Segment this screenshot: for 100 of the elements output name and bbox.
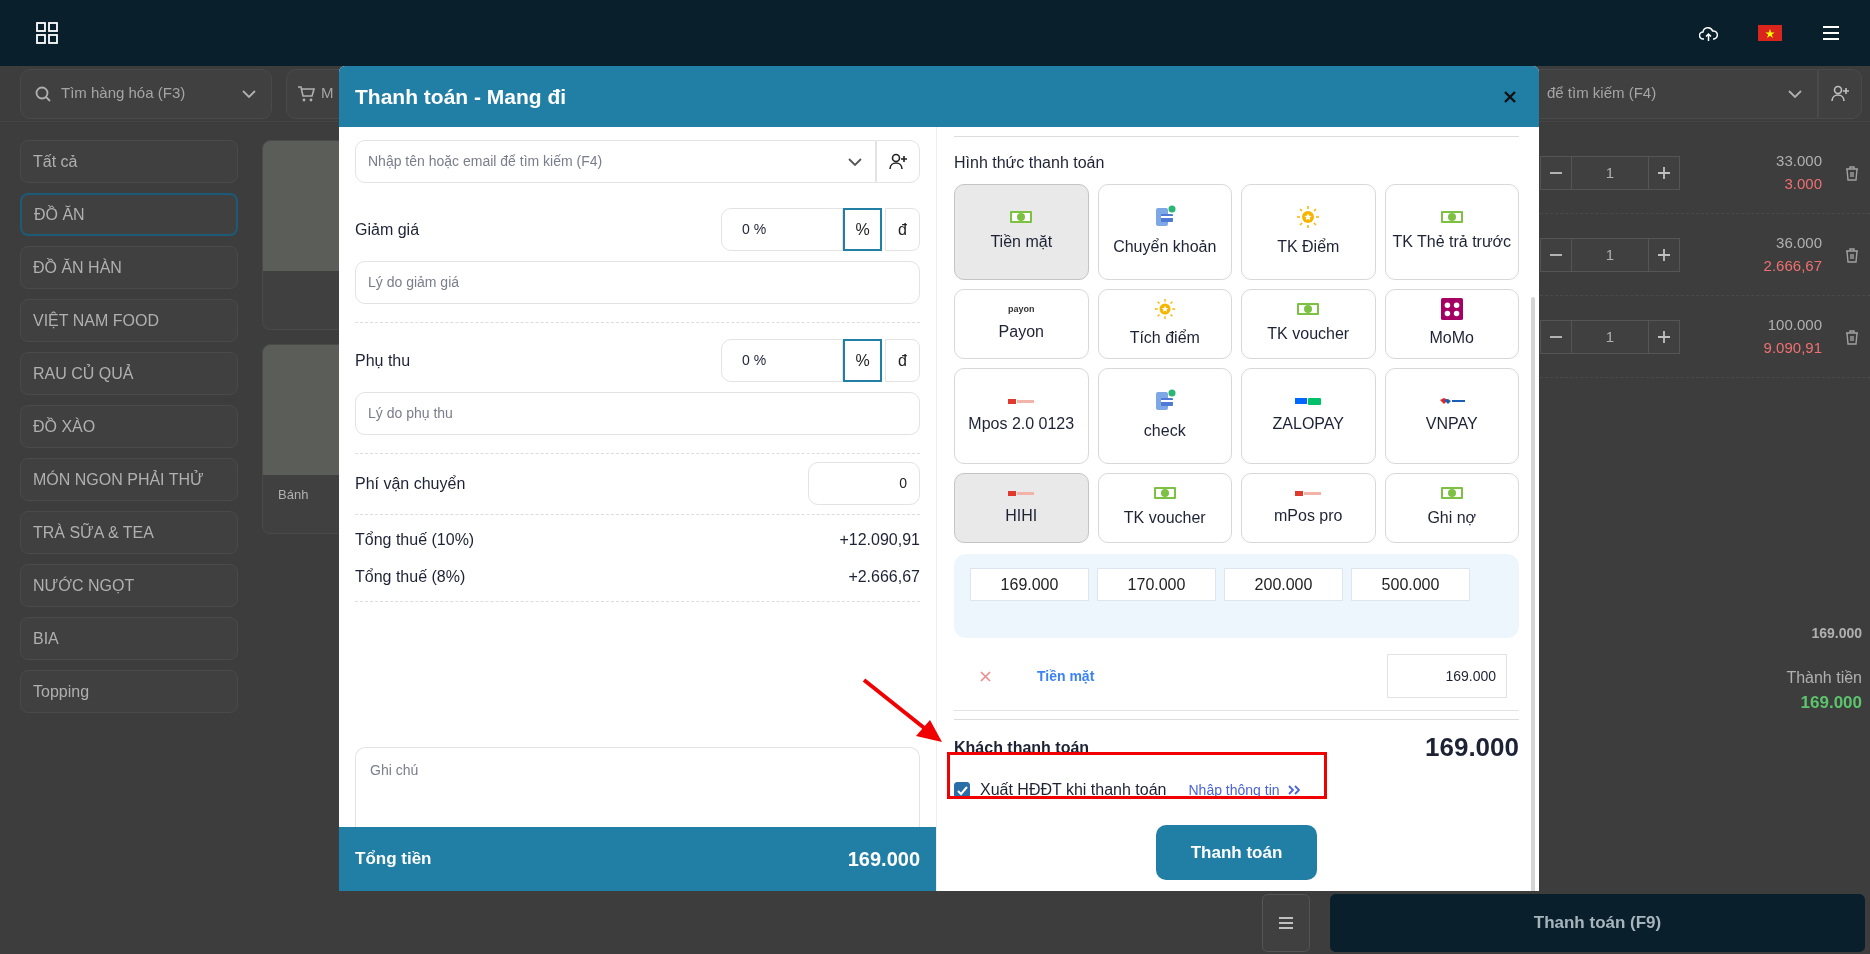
category-item[interactable]: ĐỒ ĂN HÀN [20,246,238,289]
quantity-field[interactable]: 1 [1572,319,1648,354]
payment-method-tile[interactable]: TK Thẻ trả trước [1384,184,1519,280]
payment-method-tile[interactable]: check [1097,368,1232,464]
total-label: Tổng tiền [355,848,432,871]
quick-amount-button[interactable]: 200.000 [1224,568,1343,601]
mpos-logo-icon [1008,488,1035,498]
category-item[interactable]: Tất cả [20,140,238,183]
item-price: 100.000 [1767,315,1822,335]
category-item[interactable]: Topping [20,670,238,713]
payment-method-tile[interactable]: MoMo [1384,289,1519,359]
category-item[interactable]: ĐỒ XÀO [20,405,238,448]
category-item[interactable]: ĐỒ ĂN [20,193,238,236]
add-user-icon [1831,85,1849,102]
add-customer-button[interactable] [1818,68,1862,119]
chevron-down-icon [847,155,863,168]
zalopay-logo-icon [1295,396,1322,406]
category-item[interactable]: VIỆT NAM FOOD [20,299,238,342]
grid-icon[interactable] [36,22,58,44]
category-item[interactable]: MÓN NGON PHẢI THỬ [20,458,238,501]
payment-method-tile[interactable]: TK voucher [1241,289,1376,359]
star-sun-icon [1152,298,1177,320]
payment-method-tile[interactable]: VNPAY [1384,368,1519,464]
trash-icon[interactable] [1844,328,1860,345]
star-sun-icon [1296,205,1321,229]
item-tax: 3.000 [1784,173,1822,194]
trash-icon[interactable] [1844,246,1860,263]
unit-toggle[interactable]: đ [885,339,920,382]
total-label: Thành tiền [1786,668,1862,688]
mpos-logo-icon [1008,396,1035,406]
cash-icon [1439,210,1464,224]
category-item[interactable]: TRÀ SỮA & TEA [20,511,238,554]
enter-info-link[interactable]: Nhập thông tin [1188,779,1300,801]
shipping-fee-field[interactable]: 0 [808,462,920,505]
plus-button[interactable] [1648,237,1680,272]
section-title: Hình thức thanh toán [954,153,1106,173]
trash-icon[interactable] [1844,164,1860,181]
reason-field[interactable]: Lý do phụ thu [355,392,920,435]
payment-method-tile[interactable]: Ghi nợ [1384,473,1519,543]
pay-button[interactable]: Thanh toán [1156,825,1317,880]
payment-method-tile[interactable]: mPos pro [1241,473,1376,543]
payment-method-tile[interactable]: Tích điểm [1097,289,1232,359]
payment-method-tile[interactable]: Tiền mặt [954,184,1089,280]
payon-logo: payon [1008,304,1035,314]
payment-method-tile[interactable]: TK Điểm [1241,184,1376,280]
double-chevron-icon [1287,785,1300,795]
unit-toggle[interactable]: % [843,208,882,251]
vnpay-logo-icon [1438,396,1465,406]
cash-icon [1009,210,1034,224]
tax-value: +2.666,67 [848,566,920,587]
search-icon [35,85,51,102]
reason-field[interactable]: Lý do giảm giá [355,261,920,304]
add-user-icon [889,153,907,170]
quantity-field[interactable]: 1 [1572,237,1648,272]
category-item[interactable]: RAU CỦ QUẢ [20,352,238,395]
payment-method-name: Tiền mặt [1037,666,1096,686]
payment-method-tile[interactable]: ZALOPAY [1241,368,1376,464]
category-item[interactable]: BIA [20,617,238,660]
plus-button[interactable] [1648,319,1680,354]
menu-button[interactable] [1262,894,1310,952]
payment-method-tile[interactable]: payon Payon [954,289,1089,359]
cash-icon [1152,486,1177,500]
cart-icon [297,84,315,103]
mpos-logo-icon [1295,488,1322,498]
plus-icon [1657,165,1671,180]
quick-amount-button[interactable]: 169.000 [970,568,1089,601]
quick-amount-button[interactable]: 500.000 [1351,568,1470,601]
payment-method-tile[interactable]: Mpos 2.0 0123 [954,368,1089,464]
search-field[interactable]: Tìm hàng hóa (F3) [20,68,272,119]
plus-button[interactable] [1648,155,1680,190]
payment-method-tile[interactable]: HIHI [954,473,1089,543]
payment-method-tile[interactable]: Chuyển khoản [1097,184,1232,280]
plus-icon [1657,247,1671,262]
close-icon [1503,89,1517,104]
minus-button[interactable] [1540,237,1572,272]
minus-button[interactable] [1540,319,1572,354]
item-tax: 2.666,67 [1763,255,1822,276]
chevron-down-icon [1787,87,1803,100]
cart-total: 169.000 [1800,692,1862,714]
product-name: Bánh [278,486,309,502]
cash-icon [1296,302,1321,316]
customer-search-field[interactable]: Nhập tên hoặc email để tìm kiếm (F4) [355,140,876,183]
quick-amount-button[interactable]: 170.000 [1097,568,1216,601]
checkout-button[interactable]: Thanh toán (F9) [1330,894,1865,952]
category-item[interactable]: NƯỚC NGỌT [20,564,238,607]
payment-amount-field[interactable]: 169.000 [1387,654,1507,698]
unit-toggle[interactable]: đ [885,208,920,251]
flag-icon[interactable] [1758,25,1782,41]
menu-icon[interactable] [1822,24,1840,42]
payment-method-tile[interactable]: TK voucher [1097,473,1232,543]
tax-value: +12.090,91 [839,529,920,550]
unit-toggle[interactable]: % [843,339,882,382]
quantity-field[interactable]: 1 [1572,155,1648,190]
cloud-upload-icon[interactable] [1699,24,1718,42]
field-label: Giảm giá [355,219,420,240]
momo-logo-icon [1439,298,1464,320]
cart-subtotal: 169.000 [1811,624,1862,643]
menu-icon [1278,916,1294,930]
item-tax: 9.090,91 [1763,337,1822,358]
minus-button[interactable] [1540,155,1572,190]
